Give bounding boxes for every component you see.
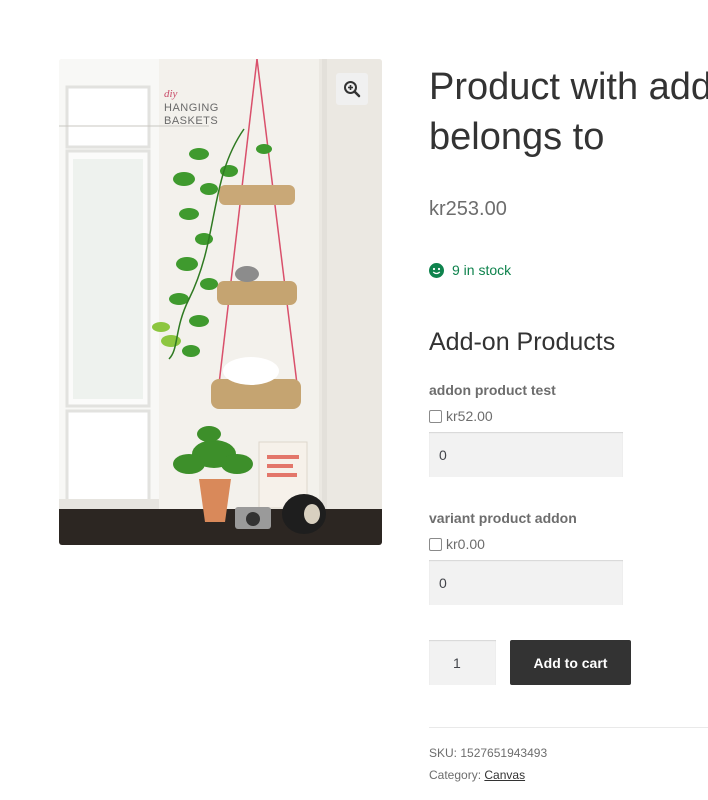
- addon-item: variant product addon kr0.00 0: [429, 510, 623, 605]
- addon-checkbox[interactable]: [429, 537, 442, 551]
- add-to-cart-button[interactable]: Add to cart: [510, 640, 631, 685]
- product-price: kr253.00: [429, 198, 507, 220]
- stock-text: 9 in stock: [452, 262, 512, 278]
- caption-line-2: BASKETS: [164, 115, 219, 128]
- divider: [429, 727, 708, 728]
- addon-quantity-input[interactable]: 0: [429, 560, 623, 605]
- addon-option: kr0.00: [429, 536, 623, 552]
- addon-price: kr0.00: [446, 536, 485, 552]
- image-zoom-button[interactable]: [336, 73, 368, 105]
- product-title-line-1: Product with addo: [429, 66, 708, 108]
- sku-value: 1527651943493: [460, 746, 548, 760]
- addon-option: kr52.00: [429, 408, 623, 424]
- magnifier-plus-icon: [344, 81, 361, 98]
- sku-label: SKU:: [429, 746, 458, 760]
- add-to-cart-form: 1 Add to cart: [429, 640, 631, 685]
- product-title-line-2: belongs to: [429, 116, 605, 158]
- caption-diy: diy: [164, 88, 178, 100]
- product-image[interactable]: [59, 59, 382, 545]
- photo-caption: diy HANGING BASKETS: [164, 83, 219, 129]
- product-summary: Product with addo belongs to kr253.00 9 …: [429, 0, 708, 800]
- addon-name: variant product addon: [429, 510, 577, 526]
- addon-quantity-input[interactable]: 0: [429, 432, 623, 477]
- addon-checkbox[interactable]: [429, 409, 442, 423]
- product-category: Category: Canvas: [429, 768, 525, 782]
- addon-price: kr52.00: [446, 408, 493, 424]
- stock-status: 9 in stock: [429, 262, 511, 278]
- caption-line-1: HANGING: [164, 102, 219, 115]
- product-title: Product with addo belongs to: [429, 62, 708, 162]
- addon-name: addon product test: [429, 382, 556, 398]
- addon-item: addon product test kr52.00 0: [429, 382, 623, 477]
- category-label: Category:: [429, 768, 482, 782]
- addon-heading: Add-on Products: [429, 328, 616, 356]
- product-photo: [59, 59, 382, 545]
- smiley-icon: [429, 262, 444, 278]
- quantity-input[interactable]: 1: [429, 640, 496, 685]
- product-sku: SKU: 1527651943493: [429, 746, 547, 760]
- category-link[interactable]: Canvas: [484, 768, 525, 782]
